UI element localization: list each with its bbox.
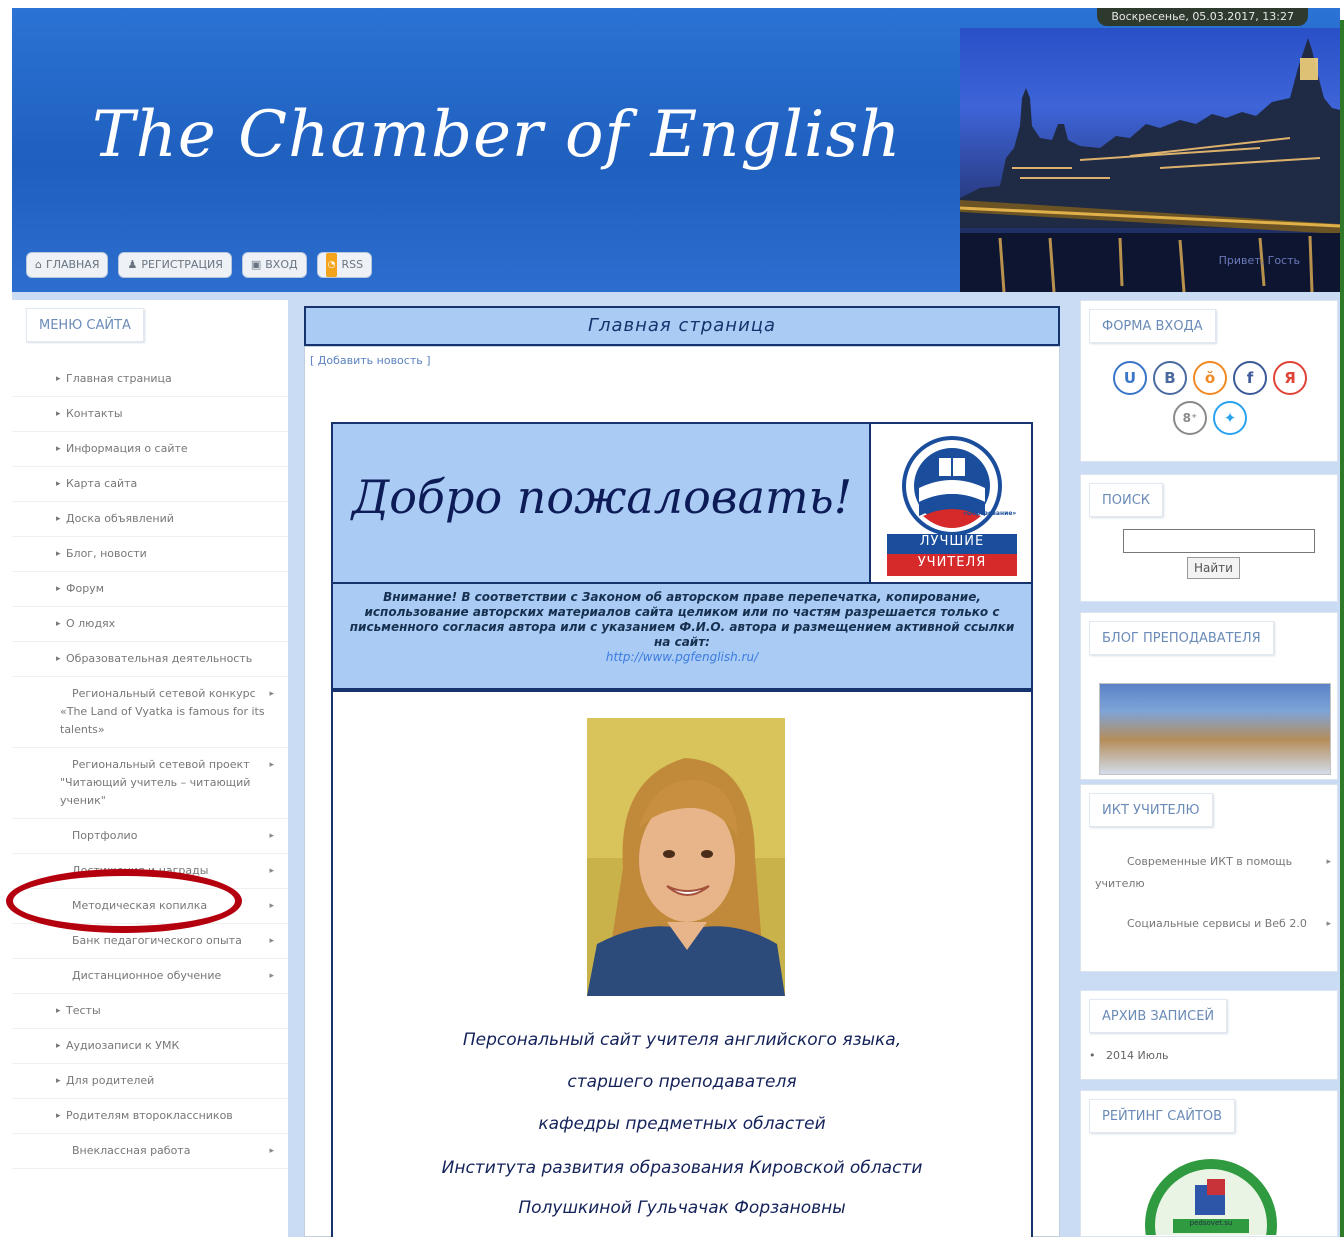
notice-text: Внимание! В соответствии с Законом об ав…	[349, 590, 1015, 649]
welcome-banner: Добро пожаловать! ЛУЧШИЕ УЧИТЕЛЯ «Образо…	[331, 422, 1033, 584]
user-icon: ♟	[127, 258, 138, 271]
menu-item[interactable]: Родителям второклассников	[12, 1099, 288, 1134]
search-title: ПОИСК	[1089, 483, 1164, 517]
nav-home-label: ГЛАВНАЯ	[45, 258, 100, 271]
google-plus-icon[interactable]: 8⁺	[1173, 401, 1207, 435]
menu-item[interactable]: Доска объявлений	[12, 502, 288, 537]
menu-item[interactable]: Региональный сетевой конкурс «The Land o…	[12, 677, 288, 748]
menu-item[interactable]: Форум	[12, 572, 288, 607]
menu-item[interactable]: Внеклассная работа	[12, 1134, 288, 1169]
rating-title: РЕЙТИНГ САЙТОВ	[1089, 1099, 1236, 1133]
highlight-ellipse	[6, 869, 242, 933]
vk-icon[interactable]: B	[1153, 361, 1187, 395]
ict-title: ИКТ УЧИТЕЛЮ	[1089, 793, 1213, 827]
menu-item[interactable]: Образовательная деятельность	[12, 642, 288, 677]
nav-rss[interactable]: ◔ RSS	[316, 252, 373, 278]
blog-title: БЛОГ ПРЕПОДАВАТЕЛЯ	[1089, 621, 1274, 655]
menu-item[interactable]: О людях	[12, 607, 288, 642]
menu-item[interactable]: Тесты	[12, 994, 288, 1029]
badge-line-1: ЛУЧШИЕ	[919, 534, 985, 549]
profile-line-2: старшего преподавателя	[567, 1072, 797, 1092]
search-input[interactable]	[1123, 529, 1315, 553]
menu-item[interactable]: Для родителей	[12, 1064, 288, 1099]
left-sidebar: МЕНЮ САЙТА Главная страница Контакты Инф…	[12, 300, 288, 1237]
site-title[interactable]: The Chamber of English	[92, 98, 901, 172]
social-login: U B ŏ f Я 8⁺ ✦	[1105, 361, 1315, 435]
archive-item[interactable]: • 2014 Июль	[1089, 1049, 1168, 1062]
profile-section: Персональный сайт учителя английского яз…	[331, 690, 1033, 1237]
add-news-link[interactable]: [ Добавить новость ]	[310, 354, 431, 367]
nav-register-label: РЕГИСТРАЦИЯ	[141, 258, 223, 271]
blog-thumbnail[interactable]	[1099, 683, 1331, 775]
rating-label: pedsovet.su	[1189, 1219, 1233, 1227]
nav-home[interactable]: ⌂ ГЛАВНАЯ	[26, 252, 109, 278]
top-nav: ⌂ ГЛАВНАЯ ♟ РЕГИСТРАЦИЯ ▣ ВХОД ◔ RSS	[26, 252, 373, 278]
menu-title: МЕНЮ САЙТА	[26, 308, 144, 342]
menu-item[interactable]: Блог, новости	[12, 537, 288, 572]
menu-item[interactable]: Дистанционное обучение	[12, 959, 288, 994]
site-header: The Chamber of English Привет, Гость Вос…	[12, 8, 1340, 292]
ict-block: ИКТ УЧИТЕЛЮ Современные ИКТ в помощь учи…	[1080, 784, 1338, 972]
greeting-text: Привет, Гость	[1218, 254, 1300, 267]
ict-item-2[interactable]: Социальные сервисы и Веб 2.0	[1095, 913, 1331, 935]
site-link[interactable]: http://www.pgfenglish.ru/	[345, 650, 1019, 665]
menu-item[interactable]: Карта сайта	[12, 467, 288, 502]
blog-block: БЛОГ ПРЕПОДАВАТЕЛЯ	[1080, 612, 1338, 780]
search-button[interactable]: Найти	[1187, 557, 1240, 579]
page-title: Главная страница	[304, 306, 1060, 346]
nav-rss-label: RSS	[341, 258, 364, 271]
best-teachers-badge: ЛУЧШИЕ УЧИТЕЛЯ «Образование»	[869, 424, 1031, 582]
copyright-notice: Внимание! В соответствии с Законом об ав…	[331, 584, 1033, 690]
badge-small-text: «Образование»	[963, 510, 1017, 517]
nav-login-label: ВХОД	[265, 258, 298, 271]
teacher-photo	[587, 718, 785, 996]
right-edge-bar	[1340, 20, 1344, 1237]
menu-item[interactable]: Региональный сетевой проект "Читающий уч…	[12, 748, 288, 819]
rss-icon: ◔	[325, 253, 338, 277]
menu-item[interactable]: Аудиозаписи к УМК	[12, 1029, 288, 1064]
yandex-icon[interactable]: Я	[1273, 361, 1307, 395]
login-title: ФОРМА ВХОДА	[1089, 309, 1216, 343]
menu-item-portfolio[interactable]: Портфолио	[12, 819, 288, 854]
welcome-text: Добро пожаловать!	[351, 470, 853, 524]
login-block: ФОРМА ВХОДА U B ŏ f Я 8⁺ ✦	[1080, 300, 1338, 462]
archive-title: АРХИВ ЗАПИСЕЙ	[1089, 999, 1228, 1033]
nav-register[interactable]: ♟ РЕГИСТРАЦИЯ	[118, 252, 232, 278]
westminster-photo: Привет, Гость	[960, 28, 1340, 292]
search-block: ПОИСК Найти	[1080, 474, 1338, 602]
date-time: Воскресенье, 05.03.2017, 13:27	[1097, 8, 1308, 26]
facebook-icon[interactable]: f	[1233, 361, 1267, 395]
profile-line-5: Полушкиной Гульчачак Форзановны	[518, 1198, 846, 1218]
odnoklassniki-icon[interactable]: ŏ	[1193, 361, 1227, 395]
profile-line-3: кафедры предметных областей	[538, 1114, 826, 1134]
rating-block: РЕЙТИНГ САЙТОВ pedsovet.su	[1080, 1090, 1338, 1237]
nav-login[interactable]: ▣ ВХОД	[241, 252, 307, 278]
badge-line-2: УЧИТЕЛЯ	[917, 555, 987, 570]
menu-item[interactable]: Контакты	[12, 397, 288, 432]
profile-line-1: Персональный сайт учителя английского яз…	[462, 1030, 902, 1050]
home-icon: ⌂	[35, 258, 42, 271]
rating-badge[interactable]: pedsovet.su	[1143, 1149, 1279, 1235]
ict-item-1[interactable]: Современные ИКТ в помощь учителю	[1095, 851, 1331, 895]
twitter-icon[interactable]: ✦	[1213, 401, 1247, 435]
archive-block: АРХИВ ЗАПИСЕЙ • 2014 Июль	[1080, 990, 1338, 1080]
lock-icon: ▣	[250, 258, 262, 271]
u-icon[interactable]: U	[1113, 361, 1147, 395]
menu-item[interactable]: Главная страница	[12, 362, 288, 397]
profile-line-4: Института развития образования Кировской…	[441, 1158, 923, 1178]
menu-item[interactable]: Информация о сайте	[12, 432, 288, 467]
site-menu: Главная страница Контакты Информация о с…	[12, 362, 288, 1169]
